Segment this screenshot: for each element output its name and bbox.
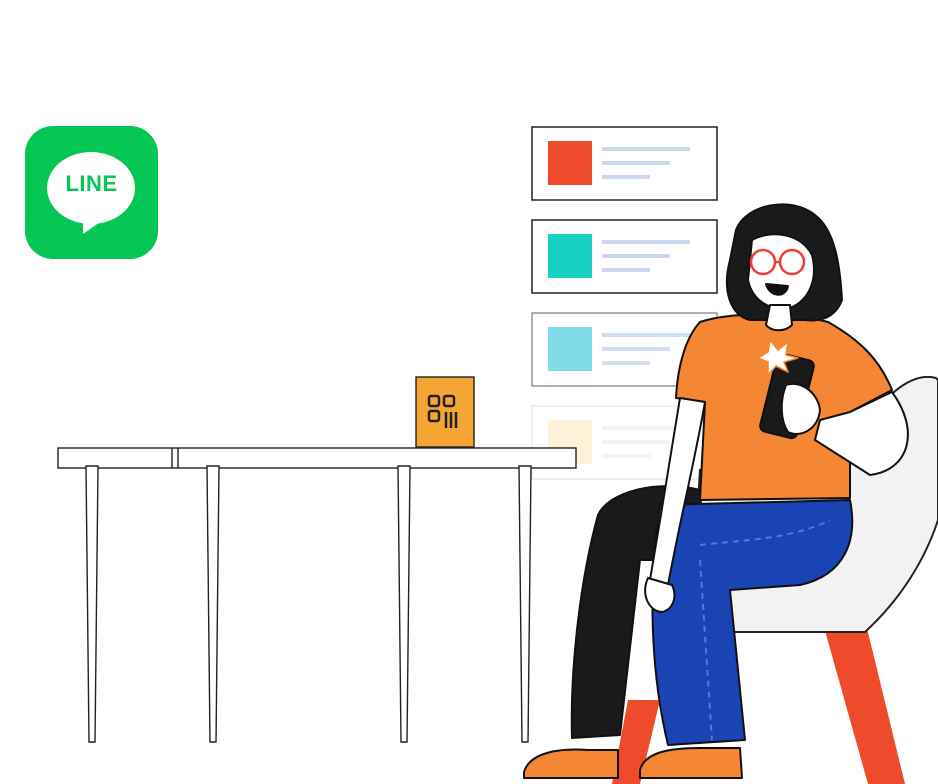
content-card-2: [531, 219, 718, 294]
content-card-1: [531, 126, 718, 201]
card-accent-3: [548, 327, 592, 371]
qr-stand: [415, 376, 475, 448]
card-accent-1: [548, 141, 592, 185]
illustration-stage: LINE: [0, 0, 938, 784]
card-accent-2: [548, 234, 592, 278]
table: [57, 447, 577, 743]
scene-svg: [57, 126, 938, 784]
